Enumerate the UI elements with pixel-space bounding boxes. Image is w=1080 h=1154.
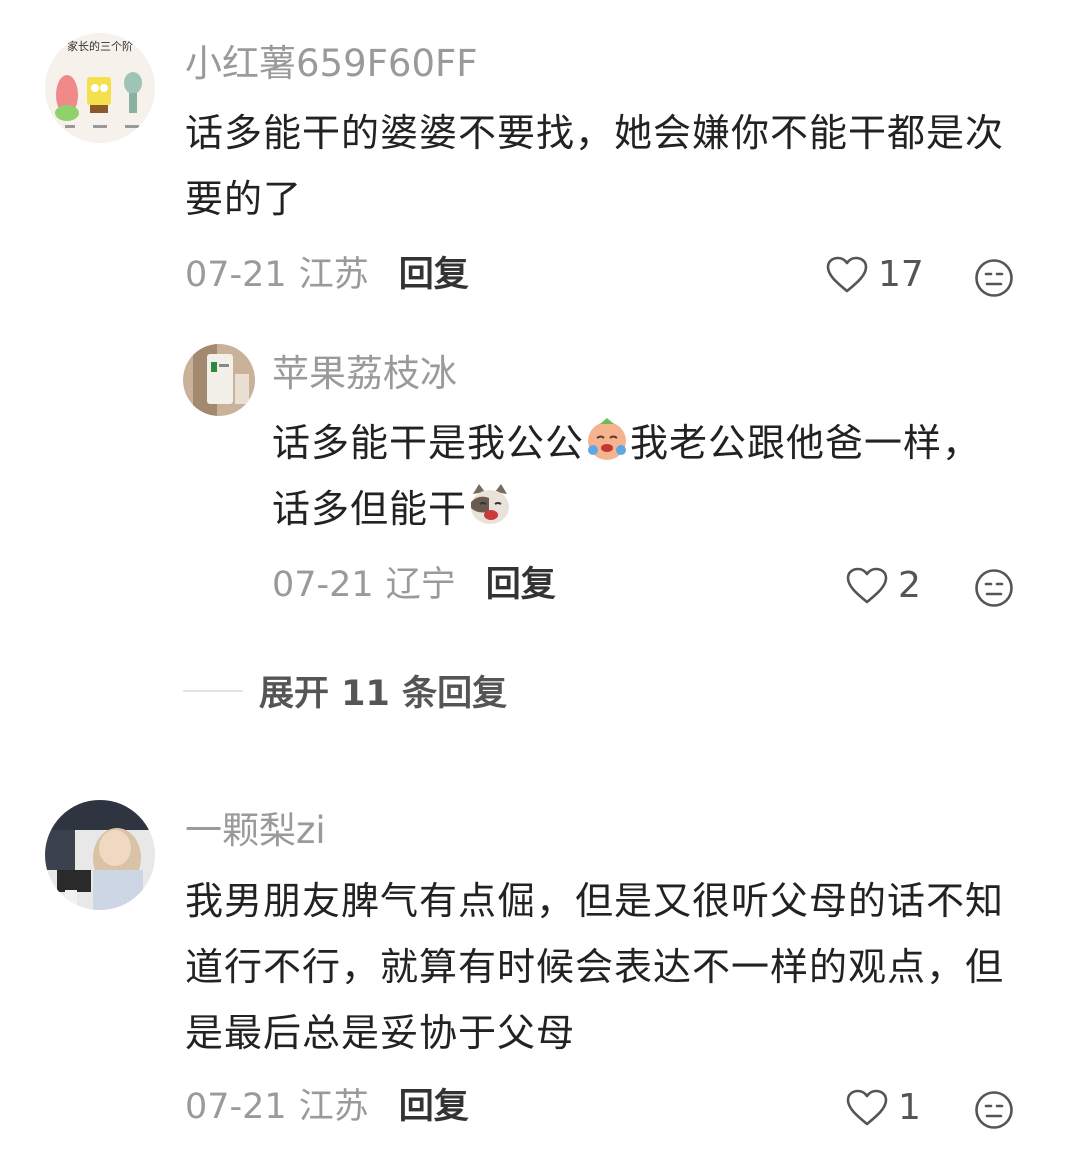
reply-time: 07-21 [272, 565, 374, 605]
comment-location: 江苏 [298, 255, 369, 295]
avatar-image [45, 800, 155, 910]
comment-time: 07-21 [185, 255, 287, 295]
expand-replies-label: 展开 11 条回复 [259, 674, 508, 714]
avatar-comment-2[interactable] [45, 800, 155, 910]
reply-text-part2: 我老公跟他爸一样， [630, 421, 982, 465]
username[interactable]: 小红薯659F60FF [185, 45, 478, 82]
expand-replies-button[interactable]: 展开 11 条回复 [183, 665, 507, 716]
like-count: 1 [898, 1087, 921, 1128]
crying-face-emoji [588, 418, 627, 460]
like-button[interactable]: 17 [826, 256, 924, 294]
reply-button[interactable]: 回复 [486, 568, 556, 603]
comment-text: 话多能干的婆婆不要找，她会嫌你不能干都是次要的了 [185, 111, 1005, 221]
comment-time: 07-21 [185, 1087, 287, 1127]
avatar-comment-1[interactable]: 家长的三个阶 [45, 33, 155, 143]
heart-outline-icon [826, 256, 868, 293]
face-icon[interactable] [974, 258, 1014, 298]
avatar-caption: 家长的三个阶 [67, 39, 133, 53]
reply-text: 话多能干是我公公 我老公跟他爸一样， 话多但能干 [272, 410, 1052, 542]
heart-outline-icon [846, 567, 888, 604]
reply-text-part1: 话多能干是我公公 [272, 421, 585, 465]
comment-meta: 07-21 江苏 回复 [185, 1090, 469, 1125]
divider [183, 689, 243, 692]
like-button[interactable]: 2 [846, 567, 921, 605]
like-count: 2 [898, 565, 921, 606]
comment-location: 江苏 [298, 1087, 369, 1127]
comment-text: 我男朋友脾气有点倔，但是又很听父母的话不知道行不行，就算有时候会表达不一样的观点… [185, 879, 1005, 1055]
heart-outline-icon [846, 1089, 888, 1126]
reply-button[interactable]: 回复 [399, 258, 469, 293]
avatar-image [183, 344, 255, 416]
face-icon[interactable] [974, 568, 1014, 608]
avatar-image: 家长的三个阶 [45, 33, 155, 143]
cat-crying-emoji [471, 484, 510, 524]
face-icon[interactable] [974, 1090, 1014, 1130]
reply-text-part3: 话多但能干 [272, 487, 468, 531]
username[interactable]: 苹果荔枝冰 [272, 355, 457, 392]
like-button[interactable]: 1 [846, 1089, 921, 1127]
comment-meta: 07-21 江苏 回复 [185, 258, 469, 293]
reply-meta: 07-21 辽宁 回复 [272, 568, 556, 603]
avatar-reply-1[interactable] [183, 344, 255, 416]
like-count: 17 [878, 254, 924, 295]
reply-button[interactable]: 回复 [399, 1090, 469, 1125]
reply-location: 辽宁 [385, 565, 456, 605]
username[interactable]: 一颗梨zi [185, 812, 326, 849]
